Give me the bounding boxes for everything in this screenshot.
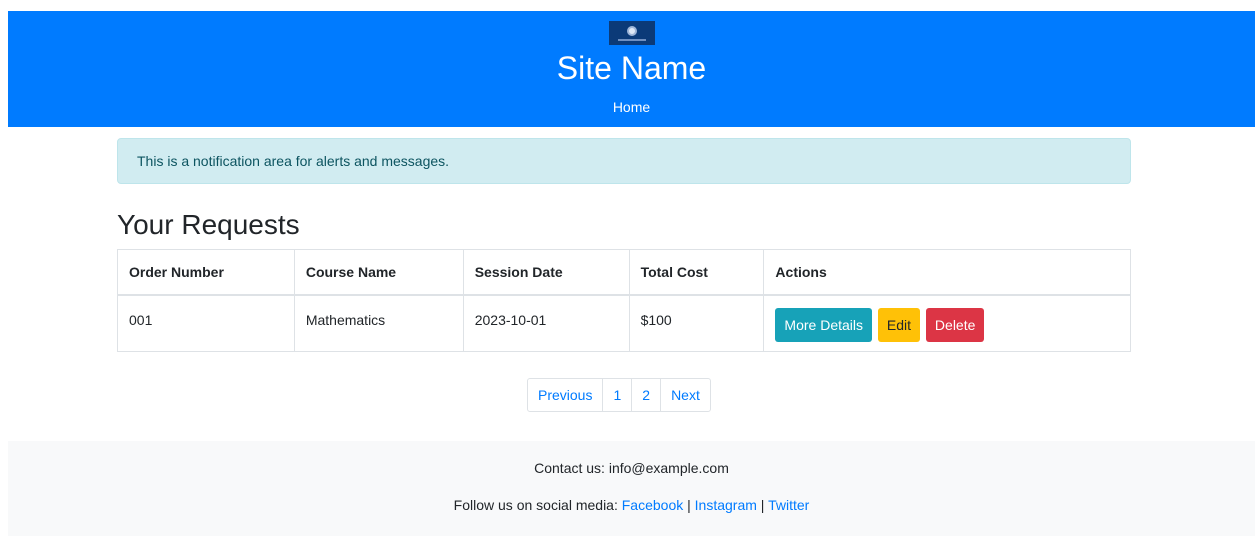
footer-separator: | (687, 497, 691, 513)
logo-emblem-icon (627, 25, 637, 36)
nav-home-link[interactable]: Home (8, 98, 1255, 116)
column-header-total-cost: Total Cost (628, 249, 765, 296)
column-header-actions: Actions (763, 249, 1131, 296)
pagination-previous[interactable]: Previous (528, 379, 604, 411)
column-header-course-name: Course Name (293, 249, 464, 296)
delete-button[interactable]: Delete (925, 307, 985, 342)
cell-course-name: Mathematics (293, 294, 464, 352)
site-header: Site Name Home (8, 11, 1255, 127)
table-header-row: Order Number Course Name Session Date To… (117, 249, 1131, 296)
cell-actions: More Details Edit Delete (763, 294, 1131, 352)
logo-wordmark-line (618, 38, 646, 41)
requests-table: Order Number Course Name Session Date To… (117, 249, 1131, 352)
site-title: Site Name (556, 50, 707, 86)
more-details-button[interactable]: More Details (775, 307, 873, 342)
footer-separator: | (760, 497, 765, 513)
site-logo[interactable] (609, 21, 655, 45)
site-footer: Contact us: info@example.com Follow us o… (8, 441, 1255, 536)
table-row: 001 Mathematics 2023-10-01 $100 More Det… (117, 294, 1131, 352)
footer-social: Follow us on social media: Facebook | In… (8, 496, 1255, 514)
main-content: This is a notification area for alerts a… (117, 138, 1131, 352)
twitter-link[interactable]: Twitter (768, 497, 809, 513)
cell-order-number: 001 (117, 294, 295, 352)
edit-button[interactable]: Edit (877, 307, 921, 342)
instagram-link[interactable]: Instagram (695, 497, 757, 513)
cell-total-cost: $100 (628, 294, 765, 352)
cell-session-date: 2023-10-01 (462, 294, 630, 352)
footer-contact: Contact us: info@example.com (534, 460, 729, 476)
page-title: Your Requests (117, 209, 300, 240)
column-header-session-date: Session Date (462, 249, 630, 296)
pagination-page-1[interactable]: 1 (603, 379, 633, 411)
footer-social-prefix: Follow us on social media: (453, 497, 618, 513)
page: Site Name Home (8, 11, 1255, 127)
pagination-page-2[interactable]: 2 (632, 379, 662, 411)
facebook-link[interactable]: Facebook (622, 497, 683, 513)
column-header-order-number: Order Number (117, 249, 295, 296)
pagination: Previous 1 2 Next (527, 378, 711, 412)
notification-alert: This is a notification area for alerts a… (117, 138, 1131, 184)
pagination-next[interactable]: Next (661, 379, 710, 411)
